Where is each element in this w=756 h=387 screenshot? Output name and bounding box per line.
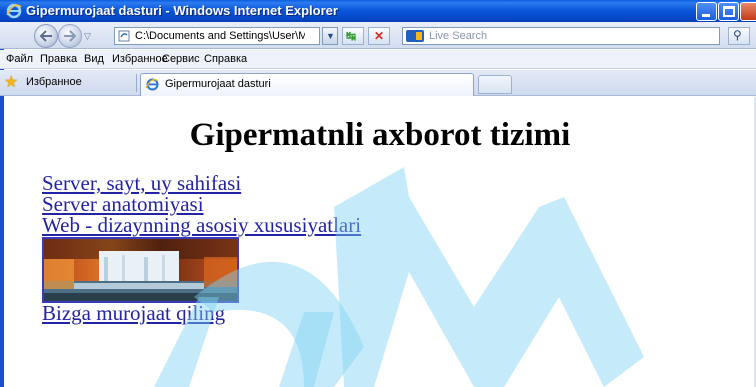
address-field[interactable]: C:\Documents and Settings\User\Mc [114, 27, 320, 45]
minimize-button[interactable] [696, 2, 717, 21]
tab-active[interactable]: Gipermurojaat dasturi [140, 73, 474, 96]
watermark-shape-3 [279, 312, 334, 387]
live-search-icon [406, 30, 424, 42]
close-button[interactable] [740, 2, 756, 21]
search-input[interactable]: Live Search [402, 27, 720, 45]
stop-icon: ✕ [374, 29, 385, 43]
favorites-label: Избранное [26, 76, 82, 88]
menu-item-tools[interactable]: Сервис [162, 53, 200, 65]
search-button[interactable]: ⚲ [728, 27, 750, 45]
new-tab-button[interactable] [478, 75, 512, 94]
toolbar-separator [136, 74, 137, 92]
search-placeholder: Live Search [429, 30, 488, 42]
waterfall-image-link[interactable] [42, 237, 239, 303]
menu-item-help[interactable]: Справка [204, 53, 247, 65]
address-toolbar: ▽ C:\Documents and Settings\User\Mc ▼ ↹ … [0, 22, 756, 49]
menu-item-view[interactable]: Вид [84, 53, 104, 65]
menu-item-file[interactable]: Файл [6, 53, 33, 65]
menu-item-edit[interactable]: Правка [40, 53, 77, 65]
refresh-icon: ↹ [346, 29, 357, 43]
star-icon: ★ [4, 74, 19, 91]
internet-explorer-icon [146, 78, 159, 91]
title-bar: Gipermurojaat dasturi - Windows Internet… [0, 0, 756, 22]
link-web-design[interactable]: Web - dizaynning asosiy xususiyatlari [42, 213, 361, 238]
window-title: Gipermurojaat dasturi - Windows Internet… [26, 3, 338, 18]
favorites-button[interactable]: ★ Избранное [4, 74, 124, 92]
waterfall-image [44, 239, 237, 301]
forward-button[interactable] [58, 24, 82, 48]
refresh-button[interactable]: ↹ [342, 27, 364, 45]
forward-arrow-icon [64, 30, 77, 42]
chevron-down-icon: ▼ [326, 31, 335, 41]
search-icon: ⚲ [733, 28, 742, 42]
favorites-bar: ★ Избранное Gipermurojaat dasturi [0, 70, 756, 96]
history-dropdown-icon[interactable]: ▽ [84, 31, 91, 42]
page-title: Gipermatnli axborot tizimi [189, 117, 571, 153]
page-viewport: Gipermatnli axborot tizimi Server, sayt,… [4, 97, 756, 387]
internet-explorer-icon [6, 3, 22, 19]
maximize-button[interactable] [718, 2, 739, 21]
link-contact-us[interactable]: Bizga murojaat qiling [42, 301, 225, 326]
tab-label: Gipermurojaat dasturi [165, 78, 271, 90]
stop-button[interactable]: ✕ [368, 27, 390, 45]
address-dropdown-button[interactable]: ▼ [322, 27, 338, 45]
back-arrow-icon [39, 30, 52, 42]
watermark-shape-4 [334, 167, 644, 387]
address-text: C:\Documents and Settings\User\Mc [135, 30, 305, 42]
back-button[interactable] [34, 24, 58, 48]
page-icon [118, 30, 130, 42]
menu-item-favorites[interactable]: Избранное [112, 53, 168, 65]
menu-bar: Файл Правка Вид Избранное Сервис Справка [0, 50, 756, 69]
